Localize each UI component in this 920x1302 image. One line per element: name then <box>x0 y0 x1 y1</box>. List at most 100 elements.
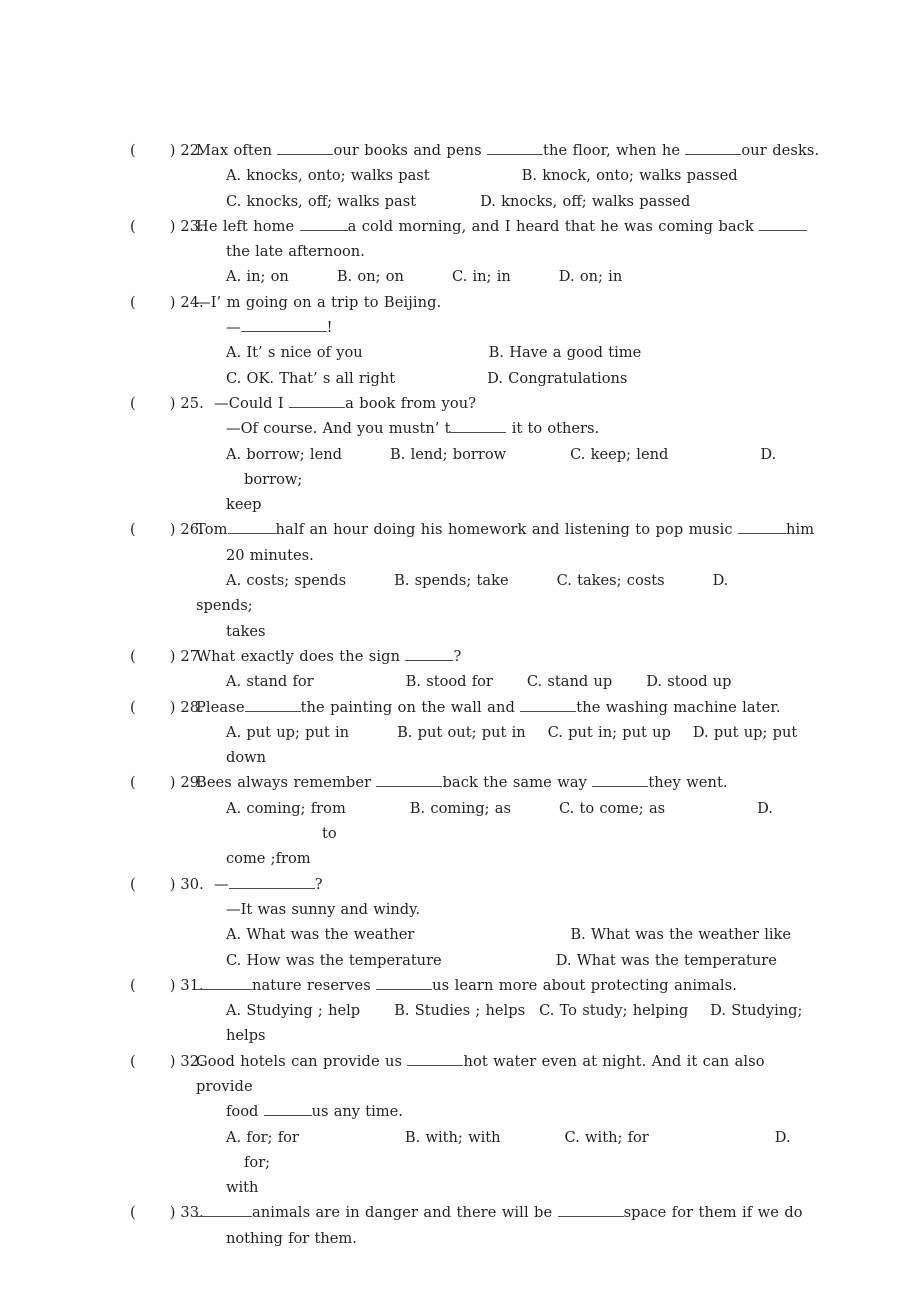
question-stem-text-30: —? <box>196 872 820 897</box>
option-tail-text[interactable]: keep <box>226 496 261 513</box>
option-wrap-tail-28: down <box>196 745 820 770</box>
option-c-26[interactable]: C. takes; costs <box>557 572 665 589</box>
question-stem-row: () 22. Max often our books and pens the … <box>130 138 820 163</box>
question-item-24: () 24. —I’ m going on a trip to Beijing.… <box>130 290 820 391</box>
answer-blank[interactable] <box>289 394 346 408</box>
answer-blank[interactable] <box>557 1204 624 1218</box>
answer-blank[interactable] <box>240 318 327 333</box>
question-marker-31: () 31. <box>130 973 204 998</box>
option-a-22[interactable]: A. knocks, onto; walks past <box>226 167 430 184</box>
answer-blank[interactable] <box>376 774 443 788</box>
answer-blank[interactable] <box>277 141 334 155</box>
option-a-27[interactable]: A. stand for <box>226 673 314 690</box>
question-item-30: () 30. —? —It was sunny and windy. A. Wh… <box>130 872 820 973</box>
option-a-28[interactable]: A. put up; put in <box>226 724 349 741</box>
option-d-30[interactable]: D. What was the temperature <box>556 952 777 969</box>
option-c-24[interactable]: C. OK. That’ s all right <box>226 370 395 387</box>
question-stem-row: () 30. —? <box>130 872 820 897</box>
option-a-31[interactable]: A. Studying ; help <box>226 1002 360 1019</box>
bracket-close: ) <box>169 394 176 412</box>
stem-fragment: him <box>786 521 815 539</box>
answer-blank[interactable] <box>487 141 544 155</box>
option-c-28[interactable]: C. put in; put up <box>548 724 671 741</box>
option-d-28[interactable]: D. put up; put <box>693 724 797 741</box>
option-b-25[interactable]: B. lend; borrow <box>390 446 506 463</box>
question-stem-row: () 28. Please the painting on the wall an… <box>130 695 820 720</box>
option-c-30[interactable]: C. How was the temperature <box>226 952 442 969</box>
answer-blank[interactable] <box>299 217 348 231</box>
stem-fragment: Bees always remember <box>196 774 377 792</box>
answer-blank[interactable] <box>685 141 742 155</box>
answer-blank[interactable] <box>759 217 808 231</box>
option-d-text-29[interactable]: to <box>322 825 337 842</box>
option-d-31[interactable]: D. Studying; <box>710 1002 802 1019</box>
option-c-29[interactable]: C. to come; as <box>559 800 665 817</box>
option-tail-text[interactable]: down <box>226 749 266 766</box>
answer-blank[interactable] <box>738 521 786 535</box>
option-a-32[interactable]: A. for; for <box>226 1129 299 1146</box>
option-c-31[interactable]: C. To study; helping <box>539 1002 688 1019</box>
question-stem-text-22: Max often our books and pens the floor, … <box>196 138 820 163</box>
option-row: A. knocks, onto; walks past B. knock, ont… <box>196 163 820 188</box>
option-a-29[interactable]: A. coming; from <box>226 800 346 817</box>
answer-blank[interactable] <box>228 875 315 889</box>
option-b-27[interactable]: B. stood for <box>406 673 493 690</box>
option-d-29[interactable]: D. <box>757 800 773 817</box>
question-stem-text-31: nature reserves us learn more about prot… <box>196 973 820 998</box>
answer-blank[interactable] <box>196 976 252 990</box>
option-d-26[interactable]: D. <box>713 572 729 589</box>
option-c-25[interactable]: C. keep; lend <box>570 446 668 463</box>
option-b-23[interactable]: B. on; on <box>337 268 404 285</box>
option-d-22[interactable]: D. knocks, off; walks passed <box>480 193 690 210</box>
option-d-text-26[interactable]: spends; <box>196 597 253 614</box>
option-c-32[interactable]: C. with; for <box>565 1129 649 1146</box>
option-b-24[interactable]: B. Have a good time <box>489 344 642 361</box>
option-b-28[interactable]: B. put out; put in <box>397 724 526 741</box>
option-d-27[interactable]: D. stood up <box>646 673 731 690</box>
answer-blank[interactable] <box>196 1204 252 1218</box>
answer-blank[interactable] <box>263 1102 312 1117</box>
option-c-22[interactable]: C. knocks, off; walks past <box>226 193 416 210</box>
dash-marker: — <box>214 875 229 893</box>
option-tail-text[interactable]: with <box>226 1179 258 1196</box>
answer-blank[interactable] <box>244 698 301 712</box>
option-b-30[interactable]: B. What was the weather like <box>570 926 791 943</box>
option-wrap-tail-25: keep <box>196 492 820 517</box>
option-b-32[interactable]: B. with; with <box>405 1129 501 1146</box>
option-b-29[interactable]: B. coming; as <box>410 800 511 817</box>
option-d-32[interactable]: D. <box>775 1129 791 1146</box>
answer-blank[interactable] <box>405 647 454 661</box>
option-b-26[interactable]: B. spends; take <box>394 572 509 589</box>
answer-blank[interactable] <box>520 698 577 712</box>
option-row: A. coming; from B. coming; as C. to come; … <box>196 796 820 847</box>
option-d-text-32[interactable]: for; <box>244 1154 270 1171</box>
option-a-24[interactable]: A. It’ s nice of you <box>226 344 363 361</box>
answer-blank[interactable] <box>376 976 433 990</box>
stem-fragment: —Could I <box>214 394 290 412</box>
option-a-26[interactable]: A. costs; spends <box>226 572 346 589</box>
option-d-23[interactable]: D. on; in <box>559 268 622 285</box>
question-stem-row: () 26. Tom half an hour doing his homewor… <box>130 517 820 542</box>
option-row: A. borrow; lend B. lend; borrow C. keep; l… <box>196 442 820 493</box>
option-row: A. in; on B. on; on C. in; in D. on; in <box>196 264 820 289</box>
option-d-text-25[interactable]: borrow; <box>244 471 302 488</box>
option-a-30[interactable]: A. What was the weather <box>226 926 414 943</box>
option-d-25[interactable]: D. <box>760 446 776 463</box>
option-tail-text[interactable]: helps <box>226 1027 266 1044</box>
answer-blank[interactable] <box>407 1052 464 1066</box>
question-marker-25: () 25. <box>130 391 204 416</box>
option-tail-text[interactable]: come ;from <box>226 850 311 867</box>
question-stem-text-23: He left home a cold morning, and I heard… <box>196 214 820 239</box>
answer-blank[interactable] <box>450 419 507 434</box>
option-b-22[interactable]: B. knock, onto; walks passed <box>522 167 738 184</box>
option-c-23[interactable]: C. in; in <box>452 268 511 285</box>
option-tail-text[interactable]: takes <box>226 623 266 640</box>
answer-blank[interactable] <box>227 521 276 535</box>
option-a-25[interactable]: A. borrow; lend <box>226 446 342 463</box>
option-a-23[interactable]: A. in; on <box>226 268 289 285</box>
option-d-24[interactable]: D. Congratulations <box>487 370 627 387</box>
question-item-26: () 26. Tom half an hour doing his homewor… <box>130 517 820 643</box>
answer-blank[interactable] <box>592 774 649 788</box>
option-b-31[interactable]: B. Studies ; helps <box>394 1002 525 1019</box>
option-c-27[interactable]: C. stand up <box>527 673 612 690</box>
